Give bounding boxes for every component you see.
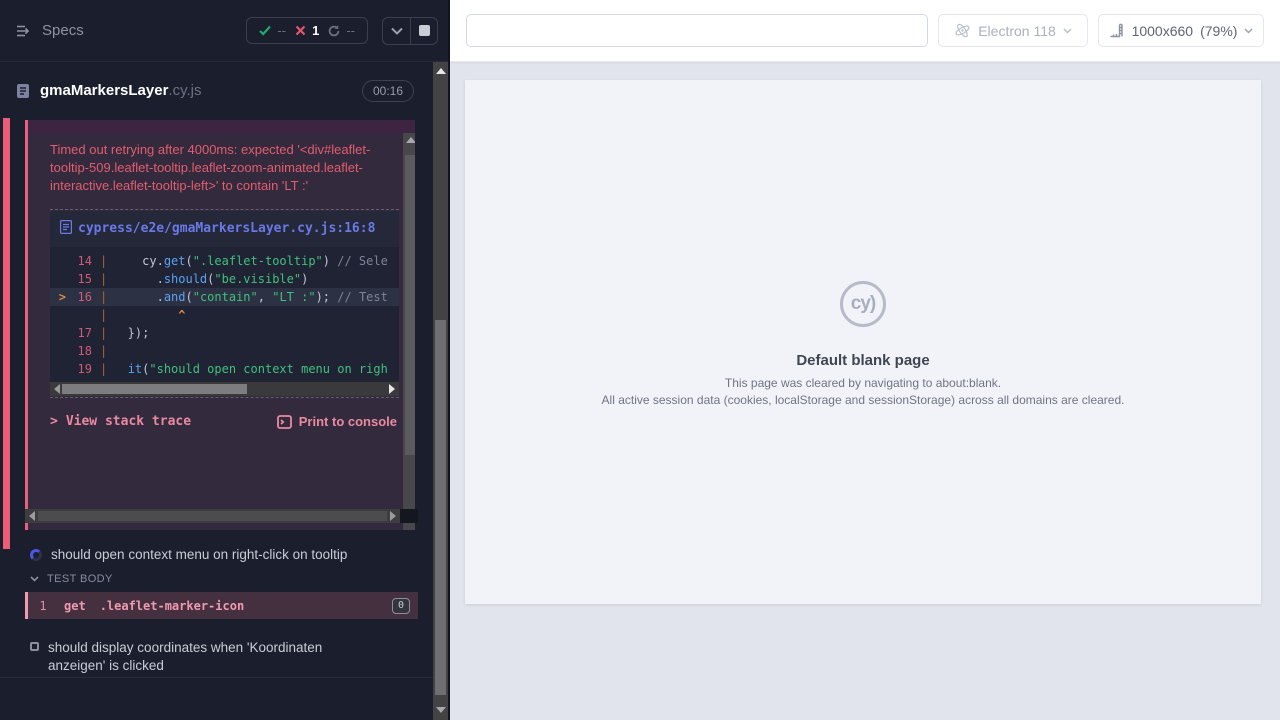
scrollbar-thumb[interactable]: [435, 320, 446, 695]
chevron-down-icon: [30, 576, 39, 582]
stack-chevron-icon: >: [50, 414, 58, 429]
code-block: 14| cy.get(".leaflet-tooltip") // Sele 1…: [50, 247, 399, 382]
chevron-down-icon: [391, 27, 403, 35]
spec-extension: .cy.js: [168, 82, 201, 99]
scroll-down-arrow-icon[interactable]: [436, 707, 446, 713]
spec-file-icon: [16, 83, 30, 99]
error-panel: Timed out retrying after 4000ms: expecte…: [25, 120, 415, 530]
runner-pane: Electron 118 1000x660 (79%) cy) Default …: [450, 0, 1280, 720]
chevron-down-icon: [1063, 28, 1072, 34]
code-line: | ^: [50, 306, 399, 324]
test-title: should open context menu on right-click …: [51, 546, 347, 564]
stat-failed: 1: [295, 23, 319, 38]
test-pending[interactable]: should display coordinates when 'Koordin…: [0, 639, 433, 675]
stat-pending: --: [328, 23, 355, 38]
scrollbar-thumb[interactable]: [405, 155, 415, 455]
viewport-size-selector[interactable]: 1000x660 (79%): [1098, 14, 1264, 47]
spec-row[interactable]: gmaMarkersLayer.cy.js 00:16: [0, 62, 448, 119]
code-line: >16| .and("contain", "LT :"); // Test: [50, 288, 399, 306]
scroll-left-arrow-icon[interactable]: [54, 384, 60, 394]
stop-button[interactable]: [410, 17, 438, 45]
command-method: get: [64, 599, 86, 613]
running-spinner-icon: [30, 549, 42, 561]
scrollbar-thumb[interactable]: [38, 511, 387, 521]
test-running[interactable]: should open context menu on right-click …: [0, 546, 433, 564]
test-stats: -- 1 --: [246, 17, 368, 44]
browser-name: Electron 118: [978, 23, 1056, 39]
code-frame-file-link[interactable]: cypress/e2e/gmaMarkersLayer.cy.js:16:8: [50, 211, 399, 247]
scrollbar-thumb[interactable]: [62, 384, 247, 394]
blank-page-title: Default blank page: [465, 352, 1261, 369]
pending-square-icon: [30, 642, 39, 651]
specs-header: Specs -- 1 --: [0, 0, 448, 62]
code-line: 15| .should("be.visible"): [50, 270, 399, 288]
code-line: 18|: [50, 342, 399, 360]
chevron-down-icon: [1244, 28, 1253, 34]
scroll-left-arrow-icon[interactable]: [29, 511, 35, 521]
error-actions: > View stack trace Print to console: [28, 398, 415, 429]
run-controls: [382, 17, 438, 45]
blank-page-message: cy) Default blank page This page was cle…: [465, 281, 1261, 407]
blank-page-line1: This page was cleared by navigating to a…: [465, 376, 1261, 390]
code-line: 17| });: [50, 324, 399, 342]
reporter-vertical-scrollbar[interactable]: [433, 62, 448, 720]
ruler-icon: [1109, 23, 1125, 38]
command-number: 1: [28, 599, 58, 613]
code-line: 14| cy.get(".leaflet-tooltip") // Sele: [50, 252, 399, 270]
cypress-logo: cy): [840, 281, 886, 327]
specs-title: Specs: [42, 22, 84, 39]
code-frame: cypress/e2e/gmaMarkersLayer.cy.js:16:8 1…: [50, 209, 399, 398]
cypress-sidebar: Specs -- 1 --: [0, 0, 450, 720]
scroll-right-arrow-icon[interactable]: [390, 511, 396, 521]
stage-background: cy) Default blank page This page was cle…: [450, 62, 1280, 720]
viewport-dimensions: 1000x660: [1132, 23, 1194, 39]
x-icon: [295, 25, 306, 36]
error-vertical-scrollbar[interactable]: [403, 133, 415, 530]
error-panel-top-band: [28, 120, 415, 133]
command-target: .leaflet-marker-icon: [100, 599, 245, 613]
code-line: 19| it("should open context menu on righ: [50, 360, 399, 378]
scroll-right-arrow-icon[interactable]: [389, 384, 395, 394]
print-to-console-button[interactable]: Print to console: [277, 414, 397, 429]
stat-passed: --: [259, 23, 286, 38]
scroll-up-arrow-icon[interactable]: [436, 68, 446, 74]
code-file-icon: [60, 220, 72, 234]
test-title: should display coordinates when 'Koordin…: [48, 639, 378, 675]
electron-icon: [954, 22, 971, 39]
console-icon: [277, 415, 292, 429]
scrollbar-corner: [400, 509, 418, 523]
command-row[interactable]: 1 get .leaflet-marker-icon 0: [25, 592, 418, 619]
reporter-horizontal-scrollbar[interactable]: [25, 509, 400, 523]
view-stack-trace-link[interactable]: View stack trace: [66, 414, 191, 429]
command-count-badge: 0: [392, 598, 410, 614]
blank-page-line2: All active session data (cookies, localS…: [465, 393, 1261, 407]
url-input[interactable]: [466, 14, 928, 47]
specs-menu-icon[interactable]: [16, 24, 32, 38]
viewport-scale: (79%): [1200, 23, 1237, 39]
aut-viewport: cy) Default blank page This page was cle…: [465, 80, 1261, 604]
failed-attempt-bar: [3, 118, 10, 549]
collapse-button[interactable]: [382, 17, 410, 45]
browser-selector[interactable]: Electron 118: [938, 14, 1088, 47]
spec-timer: 00:16: [362, 80, 414, 102]
check-icon: [259, 25, 271, 36]
error-message: Timed out retrying after 4000ms: expecte…: [28, 133, 415, 207]
test-body-header[interactable]: TEST BODY: [30, 573, 113, 585]
stop-icon: [419, 25, 430, 36]
list-divider: [0, 677, 433, 678]
url-bar: Electron 118 1000x660 (79%): [450, 0, 1280, 62]
restart-icon: [328, 25, 340, 37]
code-horizontal-scrollbar[interactable]: [50, 382, 399, 396]
spec-name: gmaMarkersLayer.cy.js: [40, 82, 201, 99]
scroll-up-arrow-icon[interactable]: [406, 137, 416, 143]
